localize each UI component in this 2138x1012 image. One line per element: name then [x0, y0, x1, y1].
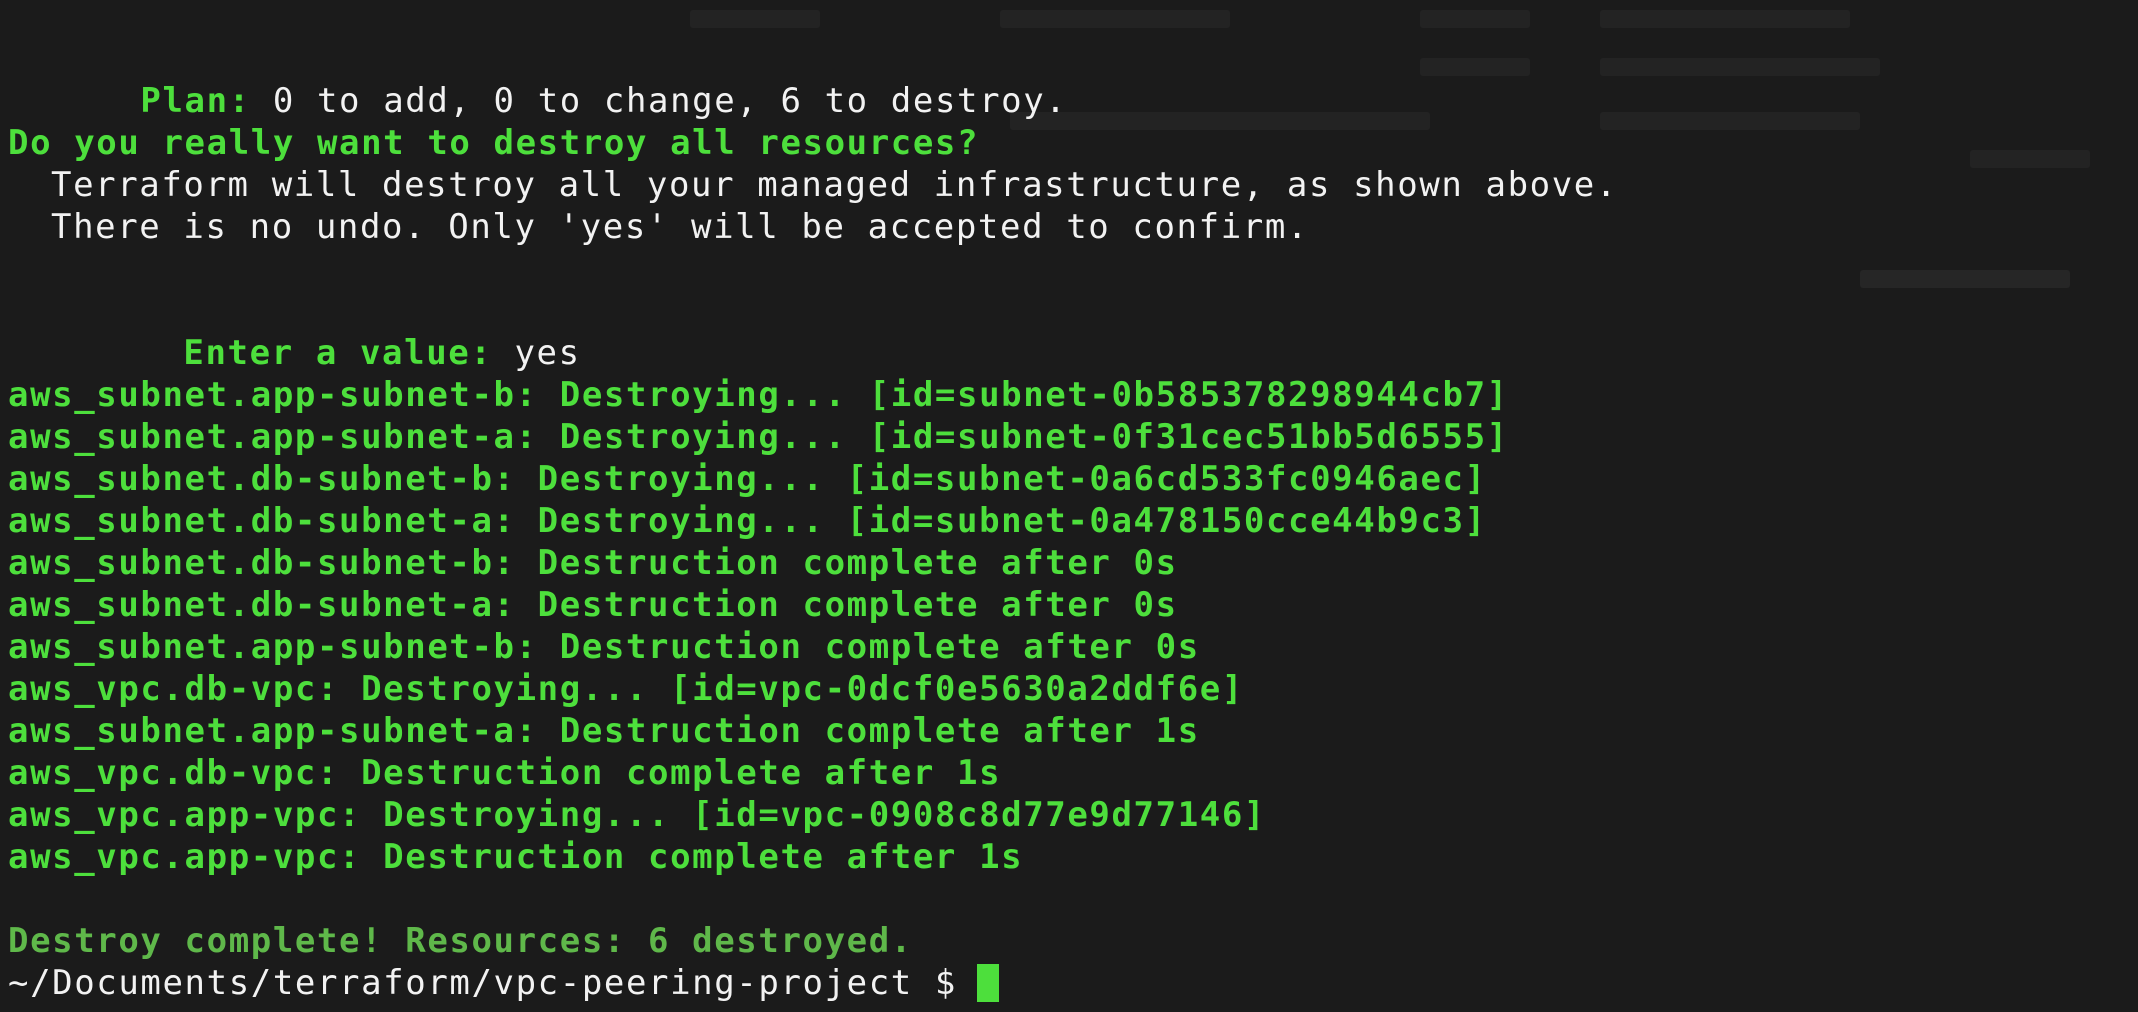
log-line: aws_vpc.app-vpc: Destroying... [id=vpc-0… — [8, 795, 1266, 835]
terminal-output: Plan: 0 to add, 0 to change, 6 to destro… — [8, 38, 1618, 1004]
enter-value-line: Enter a value: yes — [8, 290, 1618, 373]
enter-value-label: Enter a value: — [183, 333, 493, 373]
log-line: aws_subnet.app-subnet-b: Destruction com… — [8, 627, 1200, 667]
log-line: aws_vpc.db-vpc: Destroying... [id=vpc-0d… — [8, 669, 1244, 709]
log-line: aws_subnet.db-subnet-a: Destruction comp… — [8, 585, 1178, 625]
log-line: aws_vpc.app-vpc: Destruction complete af… — [8, 837, 1024, 877]
warning-line-2: There is no undo. Only 'yes' will be acc… — [51, 207, 1309, 247]
log-line: aws_subnet.db-subnet-b: Destruction comp… — [8, 543, 1178, 583]
terminal-window[interactable]: Plan: 0 to add, 0 to change, 6 to destro… — [0, 0, 2138, 1012]
log-line: aws_subnet.app-subnet-a: Destroying... [… — [8, 417, 1509, 457]
shell-prompt-line[interactable]: ~/Documents/terraform/vpc-peering-projec… — [8, 962, 1618, 1004]
enter-value-input: yes — [492, 333, 581, 373]
log-line: aws_subnet.app-subnet-a: Destruction com… — [8, 711, 1200, 751]
log-line: aws_subnet.app-subnet-b: Destroying... [… — [8, 375, 1509, 415]
warning-line-1: Terraform will destroy all your managed … — [51, 165, 1618, 205]
shell-prompt: ~/Documents/terraform/vpc-peering-projec… — [8, 963, 957, 1003]
plan-line: Plan: 0 to add, 0 to change, 6 to destro… — [8, 38, 1618, 121]
log-line: aws_subnet.db-subnet-b: Destroying... [i… — [8, 459, 1487, 499]
text-cursor[interactable] — [977, 964, 999, 1002]
log-line: aws_vpc.db-vpc: Destruction complete aft… — [8, 753, 1002, 793]
plan-text: 0 to add, 0 to change, 6 to destroy. — [250, 81, 1068, 121]
destroy-summary: Destroy complete! Resources: 6 destroyed… — [8, 921, 913, 961]
confirm-question: Do you really want to destroy all resour… — [8, 123, 980, 163]
plan-label: Plan: — [140, 81, 251, 121]
log-line: aws_subnet.db-subnet-a: Destroying... [i… — [8, 501, 1487, 541]
